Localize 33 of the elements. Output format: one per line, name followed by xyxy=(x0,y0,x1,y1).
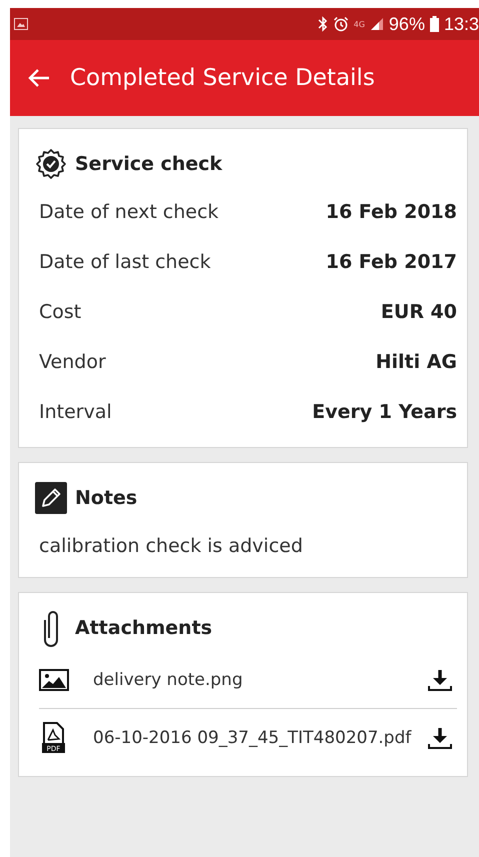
field-value: Every 1 Years xyxy=(312,401,457,423)
card-title: Notes xyxy=(75,487,138,509)
screen-title: Completed Service Details xyxy=(70,65,375,91)
bluetooth-icon xyxy=(318,16,328,32)
field-value: Hilti AG xyxy=(376,351,457,373)
field-label: Vendor xyxy=(39,351,106,373)
gear-check-icon xyxy=(35,148,67,180)
file-name: 06-10-2016 09_37_45_TIT480207.pdf xyxy=(93,728,412,748)
alarm-icon xyxy=(332,16,349,32)
download-icon xyxy=(427,668,453,692)
signal-icon xyxy=(370,17,384,31)
file-name: delivery note.png xyxy=(93,670,244,690)
download-button[interactable] xyxy=(427,726,453,750)
back-arrow-icon xyxy=(28,68,50,88)
picture-notification-icon xyxy=(14,18,28,30)
card-title: Attachments xyxy=(75,617,212,639)
network-label: 4G xyxy=(354,20,365,28)
field-label: Cost xyxy=(39,301,82,323)
field-value: 16 Feb 2017 xyxy=(326,251,457,273)
image-file-icon xyxy=(39,668,69,690)
note-text: calibration check is adviced xyxy=(39,535,304,557)
pencil-icon xyxy=(35,482,67,514)
clock-time: 13:3 xyxy=(444,14,479,34)
field-label: Interval xyxy=(39,401,112,423)
download-icon xyxy=(427,726,453,750)
field-label: Date of next check xyxy=(39,201,219,223)
download-button[interactable] xyxy=(427,668,453,692)
battery-percentage: 96% xyxy=(388,14,425,34)
battery-icon xyxy=(430,16,439,32)
field-value: EUR 40 xyxy=(380,301,457,323)
field-label: Date of last check xyxy=(39,251,211,273)
field-value: 16 Feb 2018 xyxy=(326,201,457,223)
card-title: Service check xyxy=(75,153,222,175)
